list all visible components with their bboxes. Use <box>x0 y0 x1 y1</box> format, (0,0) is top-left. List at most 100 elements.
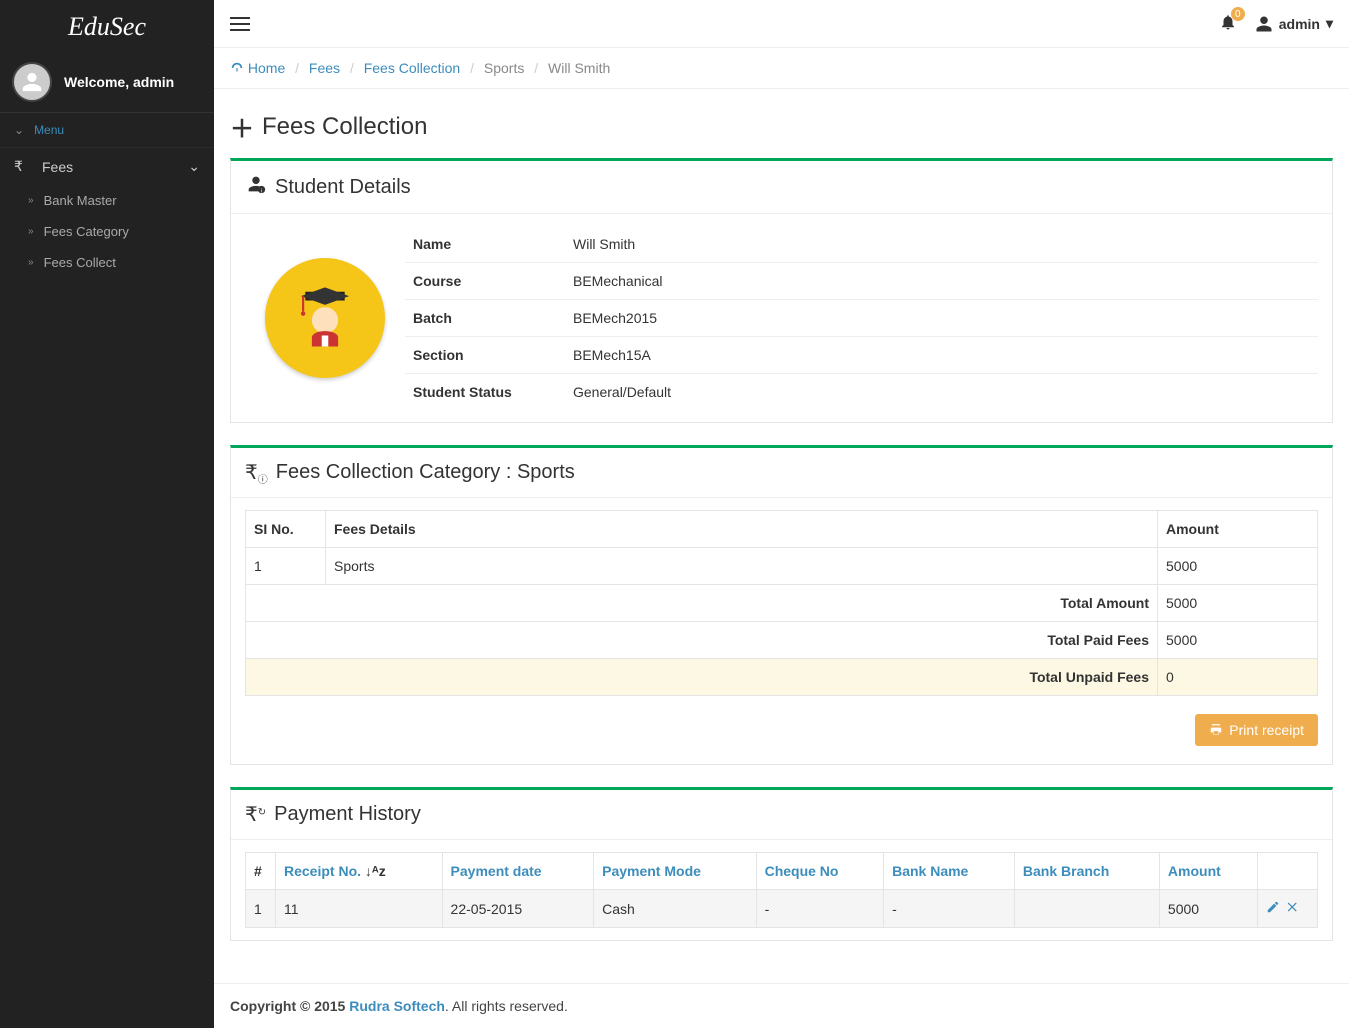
total-amount-label: Total Amount <box>246 585 1158 622</box>
rupee-info-icon: ₹ⓘ <box>245 460 268 485</box>
cell-mode: Cash <box>594 890 756 928</box>
field-label-batch: Batch <box>405 300 565 336</box>
total-unpaid-row: Total Unpaid Fees 0 <box>246 659 1318 696</box>
welcome-text: Welcome, admin <box>64 74 174 90</box>
notifications-button[interactable]: 0 <box>1219 13 1237 34</box>
page-title-text: Fees Collection <box>262 113 427 141</box>
double-angle-icon: » <box>28 257 34 268</box>
total-paid-value: 5000 <box>1158 622 1318 659</box>
delete-button[interactable] <box>1286 900 1300 917</box>
panel-title: Payment History <box>274 803 421 826</box>
sidebar: EduSec Welcome, admin ⌄ Menu ₹ Fees ⌄ » … <box>0 0 214 1028</box>
user-menu-button[interactable]: admin ▾ <box>1255 15 1333 33</box>
cell-amount: 5000 <box>1158 548 1318 585</box>
col-header-branch[interactable]: Bank Branch <box>1014 853 1159 890</box>
chevron-down-icon: ⌄ <box>14 123 24 137</box>
plus-icon: ＋ <box>230 109 254 144</box>
cell-cheque: - <box>756 890 884 928</box>
user-panel: Welcome, admin <box>0 52 214 113</box>
footer: Copyright © 2015 Rudra Softech. All righ… <box>214 983 1349 1028</box>
cell-sno: 1 <box>246 548 326 585</box>
footer-copyright: Copyright © 2015 <box>230 998 349 1014</box>
breadcrumb-fees[interactable]: Fees <box>309 60 340 76</box>
total-amount-row: Total Amount 5000 <box>246 585 1318 622</box>
breadcrumb: Home / Fees / Fees Collection / Sports /… <box>214 48 1349 89</box>
footer-company-link[interactable]: Rudra Softech <box>349 998 445 1014</box>
payment-history-table: # Receipt No. ↓ᴬᴢ Payment date Payment M… <box>245 852 1318 928</box>
double-angle-icon: » <box>28 195 34 206</box>
print-receipt-button[interactable]: Print receipt <box>1195 714 1318 746</box>
cell-amount: 5000 <box>1159 890 1257 928</box>
page-title: ＋ Fees Collection <box>230 109 1333 144</box>
table-row: 1 11 22-05-2015 Cash - - 5000 <box>246 890 1318 928</box>
double-angle-icon: » <box>28 226 34 237</box>
field-value-status: General/Default <box>565 374 1318 410</box>
menu-toggle-button[interactable] <box>230 13 250 35</box>
fees-category-panel: ₹ⓘ Fees Collection Category : Sports SI … <box>230 445 1333 765</box>
col-header-actions <box>1258 853 1318 890</box>
panel-title: Fees Collection Category : Sports <box>276 461 575 484</box>
menu-section-header: ⌄ Menu <box>0 113 214 147</box>
field-label-status: Student Status <box>405 374 565 410</box>
breadcrumb-fees-collection[interactable]: Fees Collection <box>364 60 461 76</box>
col-header-num: # <box>246 853 276 890</box>
chevron-down-icon: ⌄ <box>188 158 200 175</box>
field-value-batch: BEMech2015 <box>565 300 1318 336</box>
field-value-section: BEMech15A <box>565 337 1318 373</box>
breadcrumb-home[interactable]: Home <box>248 60 285 76</box>
sidebar-item-fees[interactable]: ₹ Fees ⌄ <box>0 147 214 185</box>
sidebar-item-label: Bank Master <box>44 193 117 208</box>
total-paid-label: Total Paid Fees <box>246 622 1158 659</box>
sidebar-item-fees-collect[interactable]: » Fees Collect <box>0 247 214 278</box>
table-row: 1 Sports 5000 <box>246 548 1318 585</box>
total-unpaid-value: 0 <box>1158 659 1318 696</box>
cell-num: 1 <box>246 890 276 928</box>
total-paid-row: Total Paid Fees 5000 <box>246 622 1318 659</box>
total-unpaid-label: Total Unpaid Fees <box>246 659 1158 696</box>
user-info-icon: i <box>245 173 267 201</box>
avatar <box>12 62 52 102</box>
field-label-name: Name <box>405 226 565 262</box>
svg-text:i: i <box>261 188 262 194</box>
menu-label: Menu <box>34 123 64 137</box>
cell-date: 22-05-2015 <box>442 890 594 928</box>
brand-logo: EduSec <box>0 0 214 52</box>
cell-receipt: 11 <box>276 890 443 928</box>
col-header-date[interactable]: Payment date <box>442 853 594 890</box>
col-header-receipt[interactable]: Receipt No. ↓ᴬᴢ <box>276 853 443 890</box>
field-value-name: Will Smith <box>565 226 1318 262</box>
col-header-details: Fees Details <box>326 511 1158 548</box>
sidebar-item-bank-master[interactable]: » Bank Master <box>0 185 214 216</box>
graduate-icon <box>290 283 360 353</box>
field-label-course: Course <box>405 263 565 299</box>
field-label-section: Section <box>405 337 565 373</box>
sort-icon: ↓ᴬᴢ <box>365 863 386 879</box>
dashboard-icon <box>230 61 244 75</box>
caret-down-icon: ▾ <box>1326 15 1333 32</box>
panel-title: Student Details <box>275 176 411 199</box>
col-header-mode[interactable]: Payment Mode <box>594 853 756 890</box>
student-details-panel: i Student Details <box>230 158 1333 423</box>
footer-rights: . All rights reserved. <box>445 998 568 1014</box>
col-header-bank[interactable]: Bank Name <box>884 853 1015 890</box>
breadcrumb-student: Will Smith <box>548 60 610 76</box>
notification-count-badge: 0 <box>1231 7 1245 21</box>
close-icon <box>1286 900 1300 914</box>
edit-button[interactable] <box>1266 900 1280 917</box>
col-header-amount: Amount <box>1158 511 1318 548</box>
col-header-cheque[interactable]: Cheque No <box>756 853 884 890</box>
sidebar-item-fees-category[interactable]: » Fees Category <box>0 216 214 247</box>
col-header-sno: SI No. <box>246 511 326 548</box>
print-receipt-label: Print receipt <box>1229 722 1304 738</box>
col-header-amount[interactable]: Amount <box>1159 853 1257 890</box>
total-amount-value: 5000 <box>1158 585 1318 622</box>
student-photo <box>265 258 385 378</box>
username-label: admin <box>1279 16 1320 32</box>
print-icon <box>1209 723 1223 737</box>
breadcrumb-category: Sports <box>484 60 524 76</box>
sidebar-item-label: Fees Collect <box>44 255 116 270</box>
field-value-course: BEMechanical <box>565 263 1318 299</box>
rupee-history-icon: ₹↻ <box>245 802 266 827</box>
fees-table: SI No. Fees Details Amount 1 Sports 5000 <box>245 510 1318 696</box>
sidebar-item-label: Fees Category <box>44 224 129 239</box>
